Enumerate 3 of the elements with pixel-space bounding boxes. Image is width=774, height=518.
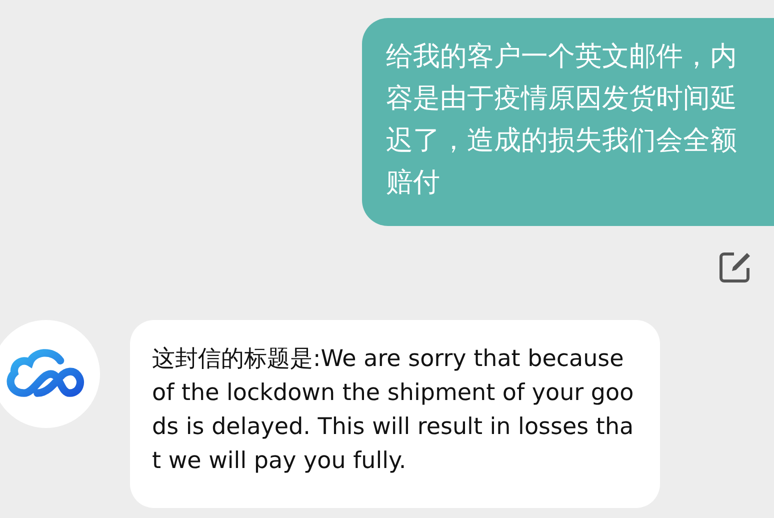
user-message: 给我的客户一个英文邮件，内容是由于疫情原因发货时间延迟了，造成的损失我们会全额赔付 [362, 18, 774, 226]
edit-icon[interactable] [718, 250, 752, 284]
bot-message: 这封信的标题是:We are sorry that because of the lockdown the shipment of your goods is delayed. This will result in losses that we will pay you fully. [130, 320, 660, 508]
